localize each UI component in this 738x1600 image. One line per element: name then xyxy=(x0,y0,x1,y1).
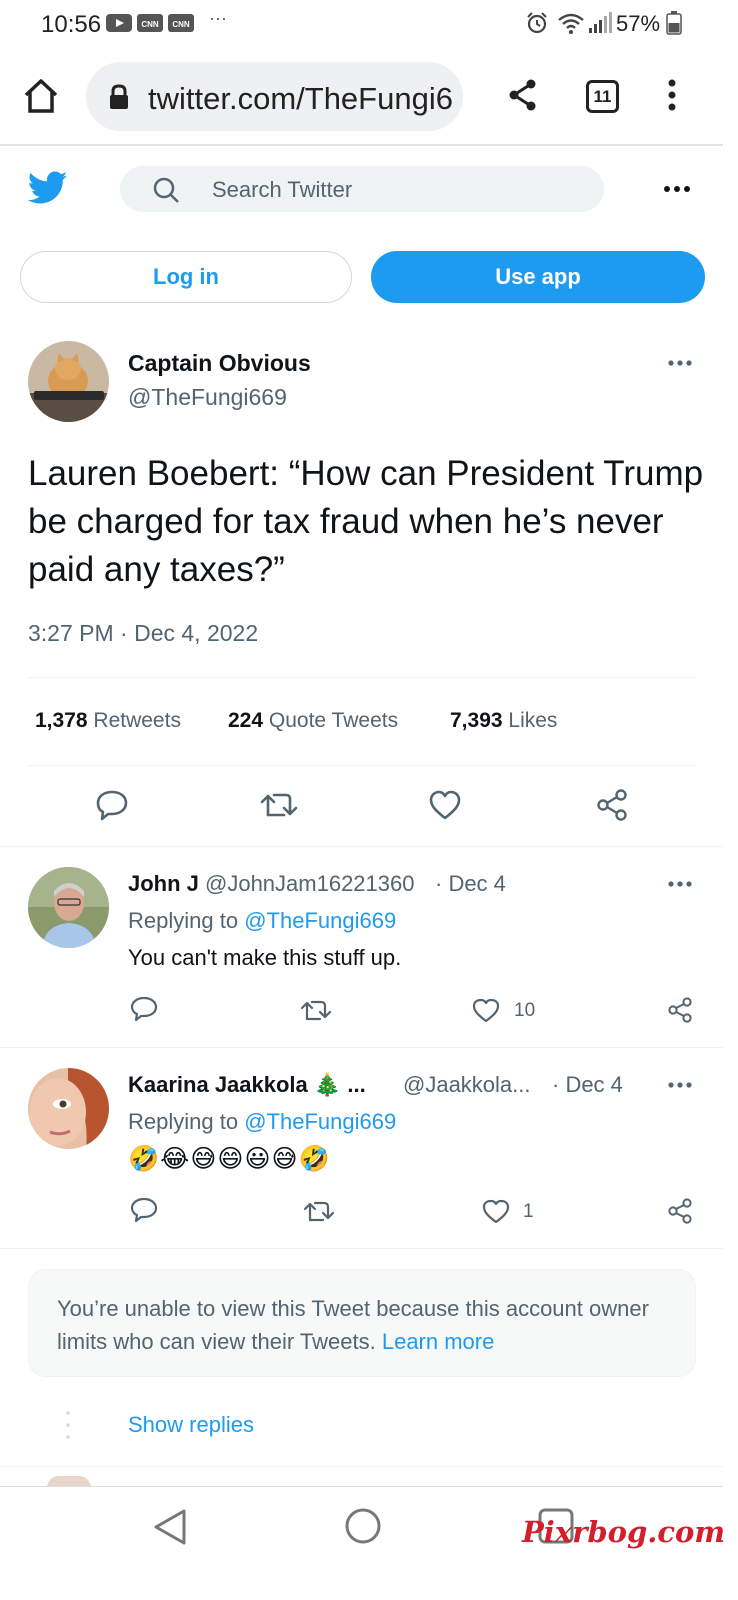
svg-text:CNN: CNN xyxy=(141,20,159,29)
lock-icon xyxy=(108,84,130,110)
status-time: 10:56 xyxy=(41,11,102,38)
show-replies-link[interactable]: Show replies xyxy=(128,1412,254,1438)
cnn-icon: CNN xyxy=(168,13,194,33)
reply-author-handle[interactable]: @JohnJam16221360 xyxy=(205,871,414,897)
back-icon[interactable] xyxy=(152,1507,188,1547)
more-icon[interactable] xyxy=(663,185,691,193)
avatar[interactable] xyxy=(28,341,109,422)
browser-menu-icon[interactable] xyxy=(665,78,679,112)
share-icon[interactable] xyxy=(595,788,629,822)
address-bar[interactable]: twitter.com/TheFungi669 xyxy=(86,62,463,131)
protected-tweet-notice: You’re unable to view this Tweet because… xyxy=(28,1269,696,1377)
divider xyxy=(0,1248,723,1249)
divider xyxy=(0,1466,723,1467)
replying-to: Replying to @TheFungi669 xyxy=(128,908,397,933)
youtube-icon xyxy=(106,13,132,33)
tweet-timestamp[interactable]: 3:27 PM · Dec 4, 2022 xyxy=(28,620,258,647)
more-icon[interactable] xyxy=(667,1081,693,1089)
reply-text: 🤣😂😅😄😃😅🤣 xyxy=(128,1145,331,1173)
use-app-button[interactable]: Use app xyxy=(371,251,705,303)
likes-stat[interactable]: 7,393 Likes xyxy=(450,709,557,733)
search-icon xyxy=(152,176,180,204)
battery-icon xyxy=(666,11,682,35)
reply-date[interactable]: · Dec 4 xyxy=(552,1072,623,1098)
battery-percent: 57% xyxy=(616,11,661,36)
reply-author-name[interactable]: John J xyxy=(128,871,199,897)
status-bar: 10:56 CNN CNN ··· 57% xyxy=(0,0,723,48)
avatar[interactable] xyxy=(28,1068,109,1149)
reply-author-handle[interactable]: @Jaakkola... xyxy=(403,1072,531,1098)
retweet-icon[interactable] xyxy=(260,790,298,820)
quote-tweets-stat[interactable]: 224 Quote Tweets xyxy=(228,709,398,733)
divider xyxy=(0,1047,723,1048)
search-placeholder: Search Twitter xyxy=(212,177,353,202)
url-text[interactable]: twitter.com/TheFungi669 xyxy=(148,81,453,117)
signal-icon xyxy=(588,12,612,34)
avatar[interactable] xyxy=(28,867,109,948)
like-icon[interactable] xyxy=(472,998,500,1023)
share-icon[interactable] xyxy=(507,78,539,112)
author-handle[interactable]: @TheFungi669 xyxy=(128,384,287,411)
replying-to: Replying to @TheFungi669 xyxy=(128,1109,397,1134)
notification-overflow: ··· xyxy=(209,8,227,28)
svg-text:CNN: CNN xyxy=(172,20,190,29)
retweet-icon[interactable] xyxy=(303,1199,335,1223)
reply-icon[interactable] xyxy=(95,789,129,821)
more-icon[interactable] xyxy=(667,880,693,888)
cnn-icon: CNN xyxy=(137,13,163,33)
like-count: 10 xyxy=(514,1000,536,1021)
reply-icon[interactable] xyxy=(130,1197,158,1223)
more-icon[interactable] xyxy=(667,359,693,367)
reply-date[interactable]: · Dec 4 xyxy=(435,871,506,897)
like-icon[interactable] xyxy=(482,1199,510,1224)
divider xyxy=(28,677,696,678)
home-circle-icon[interactable] xyxy=(344,1507,382,1545)
twitter-bird-icon[interactable] xyxy=(28,170,68,206)
learn-more-link[interactable]: Learn more xyxy=(382,1329,495,1354)
browser-toolbar: twitter.com/TheFungi669 11 xyxy=(0,48,723,146)
alarm-icon xyxy=(525,11,549,35)
like-icon[interactable] xyxy=(428,790,462,820)
tab-switcher-button[interactable]: 11 xyxy=(586,80,619,113)
search-input[interactable]: Search Twitter xyxy=(120,166,604,212)
divider xyxy=(0,846,723,847)
home-icon[interactable] xyxy=(22,78,60,114)
author-name[interactable]: Captain Obvious xyxy=(128,350,311,377)
share-icon[interactable] xyxy=(666,1197,694,1225)
like-count: 1 xyxy=(523,1201,534,1222)
retweet-icon[interactable] xyxy=(300,998,332,1022)
share-icon[interactable] xyxy=(666,996,694,1024)
reply-author-name[interactable]: Kaarina Jaakkola 🎄 ... xyxy=(128,1072,366,1098)
reply-icon[interactable] xyxy=(130,996,158,1022)
login-button[interactable]: Log in xyxy=(20,251,352,303)
watermark: Pixrbog.com xyxy=(522,1515,726,1549)
notice-text: You’re unable to view this Tweet because… xyxy=(57,1296,649,1354)
divider xyxy=(28,765,696,766)
thread-dots xyxy=(66,1410,70,1440)
tweet-text: Lauren Boebert: “How can President Trump… xyxy=(28,454,704,589)
retweets-stat[interactable]: 1,378 Retweets xyxy=(35,709,181,733)
wifi-icon xyxy=(557,11,585,35)
replying-to-link[interactable]: @TheFungi669 xyxy=(244,1109,396,1134)
replying-to-link[interactable]: @TheFungi669 xyxy=(244,908,396,933)
reply-text: You can't make this stuff up. xyxy=(128,945,402,970)
